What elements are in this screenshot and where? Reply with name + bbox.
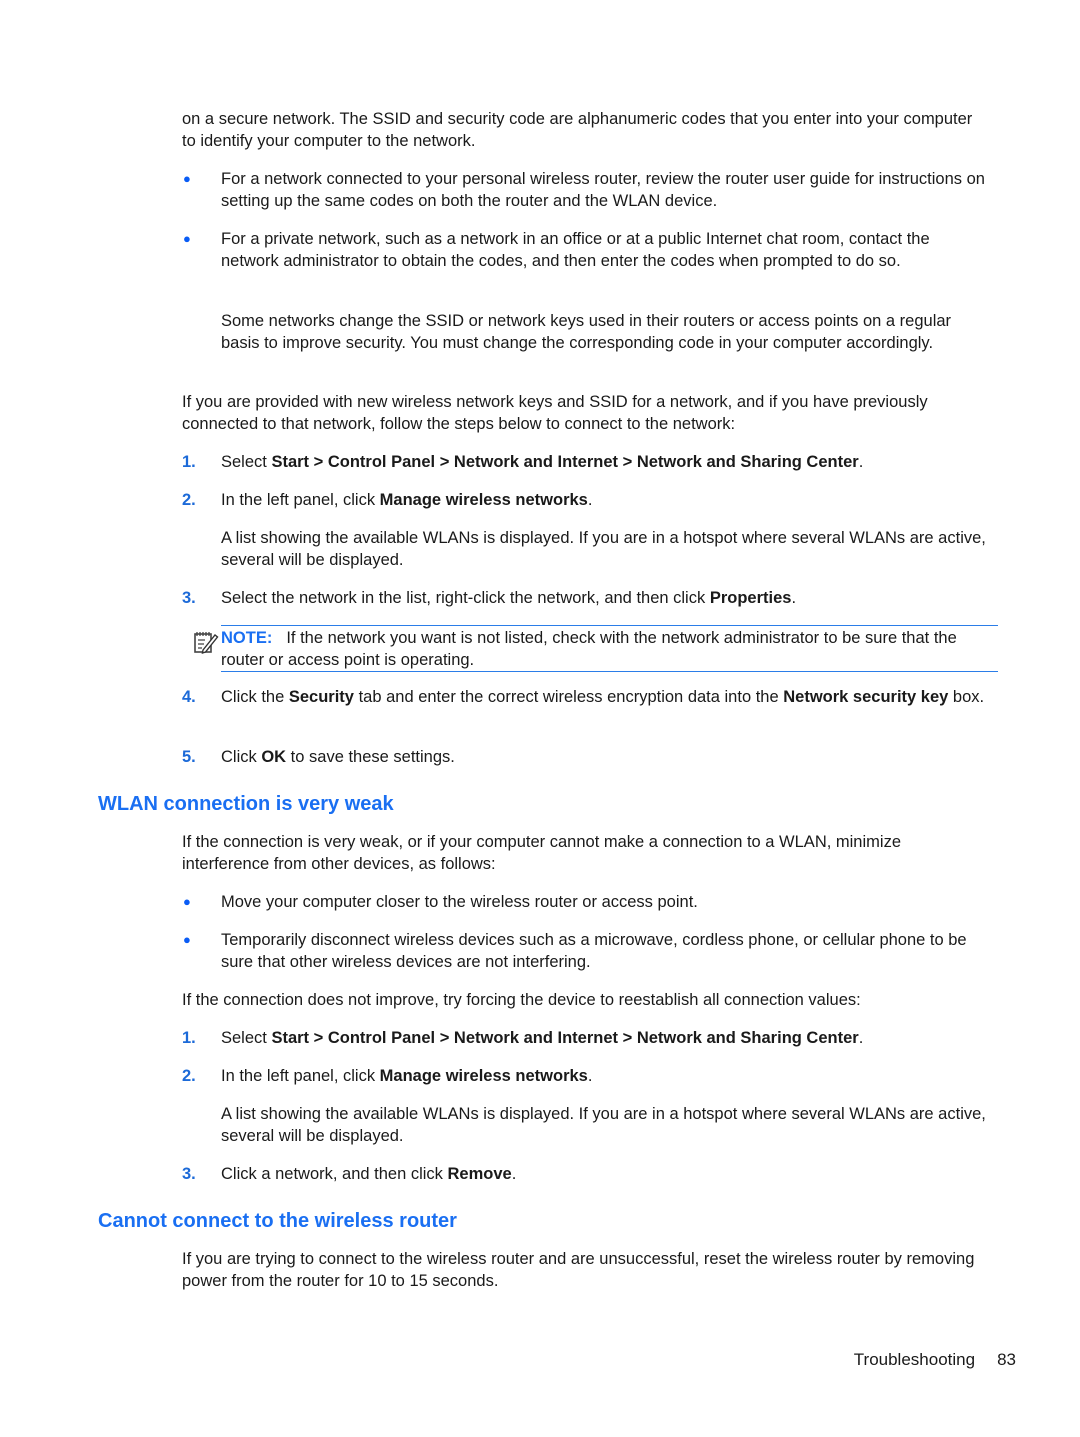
list-item: ● For a network connected to your person…	[182, 168, 992, 212]
step-detail: A list showing the available WLANs is di…	[221, 1105, 986, 1145]
intro-paragraph: on a secure network. The SSID and securi…	[182, 110, 973, 150]
ui-label: Remove	[447, 1165, 512, 1183]
note-pad-pencil-icon	[193, 629, 219, 655]
ui-label: Security	[288, 688, 354, 706]
ui-label: Manage wireless networks	[379, 491, 588, 509]
step-item: 1. Select Start > Control Panel > Networ…	[182, 453, 864, 471]
page-number: 83	[997, 1350, 1016, 1369]
step-number: 4.	[182, 688, 196, 706]
bullet-icon: ●	[183, 932, 191, 947]
step-number: 2.	[182, 491, 196, 509]
note-box: NOTE: If the network you want is not list…	[194, 625, 998, 672]
bullet-text: For a network connected to your personal…	[221, 170, 985, 210]
steps-lead-in: If the connection does not improve, try …	[182, 991, 861, 1009]
list-item: ● For a private network, such as a netwo…	[182, 228, 992, 272]
step-number: 2.	[182, 1067, 196, 1085]
menu-path: Start > Control Panel > Network and Inte…	[271, 453, 859, 471]
bullet-icon: ●	[183, 171, 191, 186]
step-number: 3.	[182, 1165, 196, 1183]
note-label: NOTE:	[221, 629, 273, 647]
ui-label: Network security key	[783, 688, 949, 706]
step-item: 3. Click a network, and then click Remov…	[182, 1165, 517, 1183]
bullet-icon: ●	[183, 231, 191, 246]
section-intro: If the connection is very weak, or if yo…	[182, 833, 901, 873]
step-number: 1.	[182, 1029, 196, 1047]
section-heading: Cannot connect to the wireless router	[98, 1210, 457, 1232]
page-footer: Troubleshooting 83	[854, 1349, 1016, 1371]
step-number: 3.	[182, 589, 196, 607]
step-item: 2. In the left panel, click Manage wirel…	[182, 1067, 593, 1085]
step-item: 3. Select the network in the list, right…	[182, 589, 797, 607]
section-paragraph: If you are trying to connect to the wire…	[182, 1250, 975, 1290]
bullet-text: Temporarily disconnect wireless devices …	[221, 931, 967, 971]
bullet-text: Move your computer closer to the wireles…	[221, 893, 698, 911]
step-number: 5.	[182, 748, 196, 766]
security-note-paragraph: Some networks change the SSID or network…	[221, 312, 952, 352]
menu-path: Start > Control Panel > Network and Inte…	[271, 1029, 859, 1047]
ui-label: OK	[261, 748, 287, 766]
bullet-icon: ●	[183, 894, 191, 909]
step-item: 4. Click the Security tab and enter the …	[182, 688, 985, 706]
footer-section-title: Troubleshooting	[853, 1350, 976, 1369]
step-item: 1. Select Start > Control Panel > Networ…	[182, 1029, 864, 1047]
steps-lead-in: If you are provided with new wireless ne…	[182, 393, 928, 433]
list-item: ● Move your computer closer to the wirel…	[182, 891, 992, 913]
step-detail: A list showing the available WLANs is di…	[221, 529, 986, 569]
bullet-text: For a private network, such as a network…	[221, 230, 930, 270]
step-number: 1.	[182, 453, 196, 471]
note-text: If the network you want is not listed, c…	[221, 629, 957, 669]
list-item: ● Temporarily disconnect wireless device…	[182, 929, 992, 973]
ui-label: Properties	[709, 589, 792, 607]
step-item: 2. In the left panel, click Manage wirel…	[182, 491, 593, 509]
manual-page: on a secure network. The SSID and securi…	[0, 0, 1080, 1437]
step-item: 5. Click OK to save these settings.	[182, 748, 455, 766]
ui-label: Manage wireless networks	[379, 1067, 588, 1085]
section-heading: WLAN connection is very weak	[98, 793, 394, 815]
